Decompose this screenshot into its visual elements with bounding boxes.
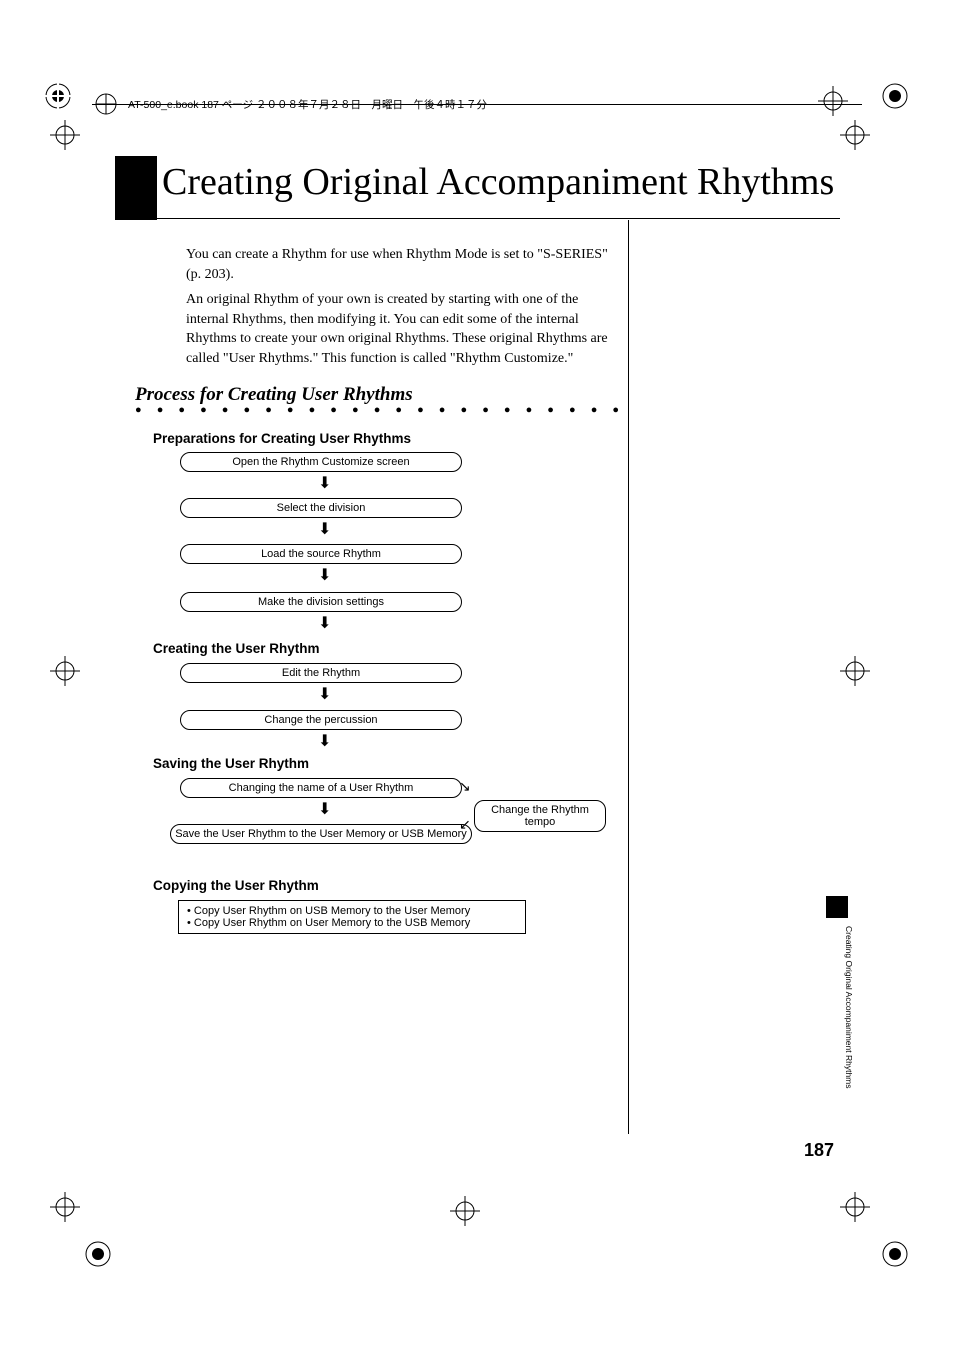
side-tab-text: Creating Original Accompaniment Rhythms [844, 926, 854, 1089]
copy-list: • Copy User Rhythm on USB Memory to the … [178, 900, 526, 934]
section-heading: Process for Creating User Rhythms [135, 384, 413, 406]
copy-list-item: • Copy User Rhythm on User Memory to the… [187, 917, 517, 929]
dotted-divider: ● ● ● ● ● ● ● ● ● ● ● ● ● ● ● ● ● ● ● ● … [135, 404, 625, 416]
copy-heading: Copying the User Rhythm [153, 878, 319, 893]
flow-step: Changing the name of a User Rhythm [180, 778, 462, 798]
intro-text: You can create a Rhythm for use when Rhy… [186, 245, 616, 375]
branch-left-arrow-icon: ↙ [459, 816, 471, 833]
title-accent-bar [115, 156, 157, 220]
intro-paragraph-2: An original Rhythm of your own is create… [186, 290, 616, 368]
flow-step: Select the division [180, 498, 462, 518]
down-arrow-icon: ⬇ [318, 522, 331, 538]
copy-list-item: • Copy User Rhythm on USB Memory to the … [187, 905, 517, 917]
save-heading: Saving the User Rhythm [153, 756, 309, 771]
crop-mark-icon [875, 1234, 915, 1274]
reg-mark-icon [50, 120, 80, 150]
flow-step: Make the division settings [180, 592, 462, 612]
reg-mark-icon [50, 1192, 80, 1222]
reg-mark-icon [818, 86, 848, 116]
flow-step: Save the User Rhythm to the User Memory … [170, 824, 472, 844]
crop-mark-icon [875, 76, 915, 116]
reg-mark-icon [840, 1192, 870, 1222]
page-title: Creating Original Accompaniment Rhythms [162, 160, 834, 204]
column-divider [628, 220, 629, 1134]
branch-right-arrow-icon: ↘ [459, 778, 471, 795]
flow-step: Change the percussion [180, 710, 462, 730]
down-arrow-icon: ⬇ [318, 616, 331, 632]
flow-step-side: Change the Rhythm tempo [474, 800, 606, 832]
header-divider [92, 104, 862, 105]
side-tab-marker [826, 896, 848, 918]
down-arrow-icon: ⬇ [318, 568, 331, 584]
crop-mark-icon [38, 76, 78, 116]
crop-mark-icon [78, 1234, 118, 1274]
title-underline [115, 218, 840, 219]
flow-step: Edit the Rhythm [180, 663, 462, 683]
page-number: 187 [804, 1140, 834, 1161]
down-arrow-icon: ⬇ [318, 734, 331, 750]
down-arrow-icon: ⬇ [318, 687, 331, 703]
create-heading: Creating the User Rhythm [153, 641, 320, 656]
flow-step: Open the Rhythm Customize screen [180, 452, 462, 472]
reg-mark-icon [840, 120, 870, 150]
down-arrow-icon: ⬇ [318, 476, 331, 492]
flow-step: Load the source Rhythm [180, 544, 462, 564]
reg-mark-icon [840, 656, 870, 686]
down-arrow-icon: ⬇ [318, 802, 331, 818]
intro-paragraph-1: You can create a Rhythm for use when Rhy… [186, 245, 616, 284]
prep-heading: Preparations for Creating User Rhythms [153, 431, 411, 446]
reg-mark-icon [50, 656, 80, 686]
reg-mark-icon [450, 1196, 480, 1226]
